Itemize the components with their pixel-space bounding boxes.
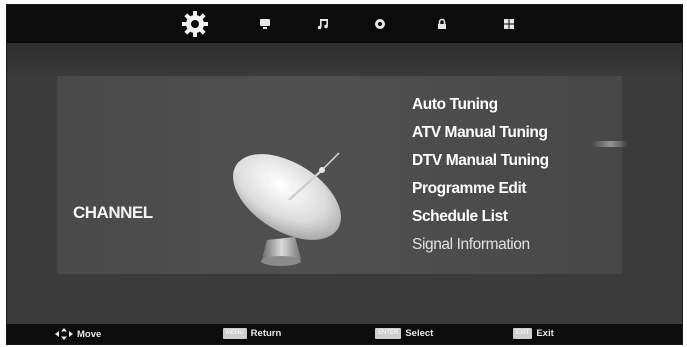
direction-pad-icon (55, 328, 73, 340)
hint-select-label: Select (405, 328, 434, 339)
header-band (7, 43, 682, 73)
clock-icon[interactable] (369, 14, 391, 34)
key-hint-bar: Move MENU Return ENTER Select EXIT Exit (7, 324, 682, 344)
satellite-dish-icon (233, 152, 341, 266)
menu-item-programme-edit[interactable]: Programme Edit (412, 175, 612, 203)
exit-key: EXIT (513, 328, 533, 339)
hint-exit-label: Exit (536, 328, 554, 339)
music-note-icon[interactable] (312, 14, 334, 34)
section-title: CHANNEL (73, 203, 153, 222)
menu-tab-bar (7, 5, 682, 43)
menu-item-signal-information[interactable]: Signal Information (412, 231, 612, 259)
hint-move: Move (55, 328, 101, 340)
menu-key: MENU (223, 328, 247, 339)
lock-icon[interactable] (431, 14, 453, 34)
menu-item-schedule-list[interactable]: Schedule List (412, 203, 612, 231)
hint-return-label: Return (250, 328, 282, 339)
monitor-icon[interactable] (254, 14, 276, 34)
channel-menu: Auto Tuning ATV Manual Tuning DTV Manual… (412, 91, 612, 259)
menu-item-atv-manual-tuning[interactable]: ATV Manual Tuning (412, 119, 612, 147)
menu-item-auto-tuning[interactable]: Auto Tuning (412, 91, 612, 119)
hint-exit: EXIT Exit (513, 328, 554, 339)
hint-move-label: Move (77, 328, 102, 340)
menu-item-dtv-manual-tuning[interactable]: DTV Manual Tuning (412, 147, 612, 175)
grid-icon[interactable] (498, 14, 520, 34)
tv-screen: CHANNEL Auto Tuning ATV Manual Tuning DT… (6, 4, 683, 345)
gear-icon[interactable] (180, 9, 210, 39)
hint-select: ENTER Select (375, 328, 433, 339)
enter-key: ENTER (375, 328, 402, 339)
hint-return: MENU Return (223, 328, 281, 339)
